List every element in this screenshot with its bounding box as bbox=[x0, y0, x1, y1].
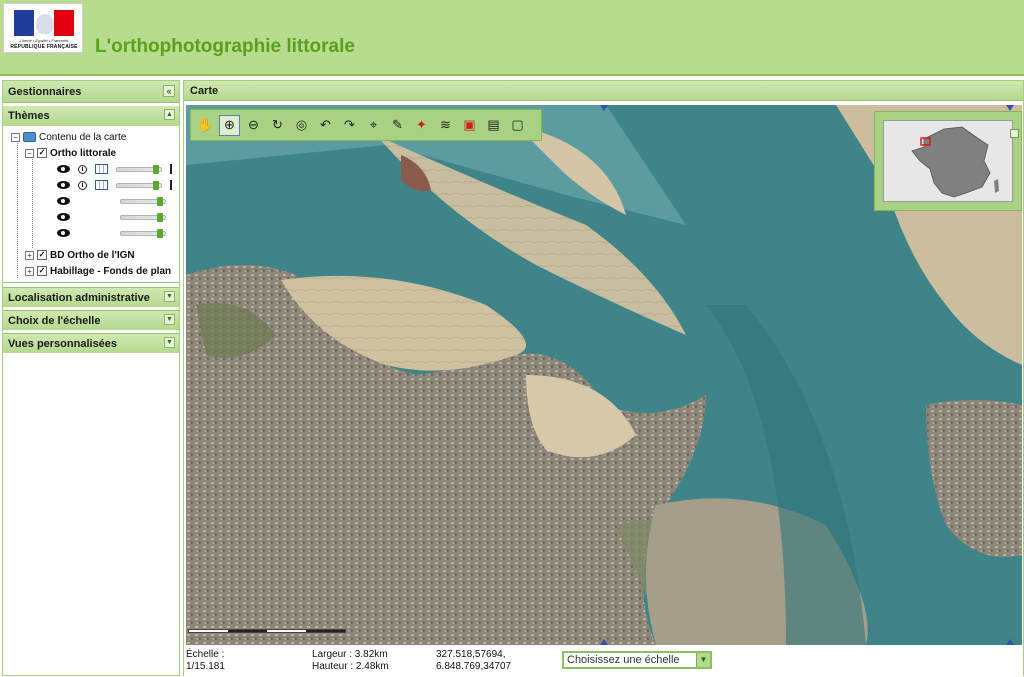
scale-label: Échelle : bbox=[186, 649, 225, 660]
refresh-icon[interactable]: ↻ bbox=[267, 115, 288, 136]
managers-panel-title: Gestionnaires bbox=[8, 86, 82, 98]
section-label: Choix de l'échelle bbox=[8, 315, 101, 327]
slider-tick bbox=[170, 180, 172, 190]
tree-node-bd-ortho[interactable]: + ✓ BD Ortho de l'IGN bbox=[25, 248, 135, 262]
layer-tree: − Contenu de la carte − ✓ Ortho littoral… bbox=[3, 126, 179, 282]
layer-row bbox=[57, 194, 166, 208]
visibility-eye-icon[interactable] bbox=[57, 213, 70, 221]
previous-view-icon[interactable]: ↶ bbox=[315, 115, 336, 136]
slider-tick bbox=[170, 164, 172, 174]
page-title: L'orthophotographie littorale bbox=[95, 36, 355, 57]
section-localisation[interactable]: Localisation administrative ▼ bbox=[3, 287, 179, 307]
tree-root-label: Contenu de la carte bbox=[39, 131, 127, 143]
map-panel-header: Carte bbox=[184, 81, 1023, 101]
managers-panel-header: Gestionnaires « bbox=[3, 81, 179, 103]
chevron-up-icon[interactable]: ▲ bbox=[164, 109, 175, 120]
collapse-node-icon[interactable]: − bbox=[11, 132, 20, 142]
layer-row bbox=[57, 226, 166, 240]
visibility-eye-icon[interactable] bbox=[57, 181, 70, 189]
scale-bar bbox=[188, 629, 346, 633]
section-echelle[interactable]: Choix de l'échelle ▼ bbox=[3, 310, 179, 330]
map-status-bar: Échelle : 1/15.181 Largeur : 3.82km Haut… bbox=[184, 647, 1023, 677]
logo-motto: Liberté • Égalité • Fraternité bbox=[19, 38, 69, 43]
coordinates-icon[interactable]: ⌖ bbox=[363, 115, 384, 136]
collapse-panel-icon[interactable]: « bbox=[163, 85, 175, 97]
map-panel: Carte ✋ ⊕ ⊖ ↻ ◎ ↶ ↷ ⌖ ✎ ✦ ≋ ▣ ▤ ▢ Échell… bbox=[183, 80, 1024, 677]
managers-panel: Gestionnaires « Thèmes ▲ − Contenu de la… bbox=[2, 80, 180, 676]
tree-node-root[interactable]: − Contenu de la carte bbox=[11, 130, 126, 144]
expand-node-icon[interactable]: + bbox=[25, 266, 34, 276]
scale-select[interactable]: Choisissez une échelle ▼ bbox=[562, 651, 712, 669]
legend-grid-icon[interactable] bbox=[95, 164, 108, 174]
layer-checkbox[interactable]: ✓ bbox=[37, 148, 47, 158]
chevron-down-icon[interactable]: ▼ bbox=[164, 337, 175, 348]
themes-section-header[interactable]: Thèmes ▲ bbox=[3, 106, 179, 126]
chevron-down-icon[interactable]: ▼ bbox=[696, 653, 710, 667]
opacity-slider[interactable] bbox=[116, 164, 162, 174]
coordinate-y: 6.848.769,34707 bbox=[436, 661, 512, 672]
tree-habillage-label: Habillage - Fonds de plan bbox=[50, 265, 172, 277]
opacity-slider[interactable] bbox=[120, 228, 166, 238]
visibility-eye-icon[interactable] bbox=[57, 229, 70, 237]
height-readout: Hauteur : 2.48km bbox=[312, 661, 389, 672]
layer-row bbox=[57, 210, 166, 224]
overview-map bbox=[874, 111, 1022, 211]
overview-map-view[interactable] bbox=[883, 120, 1013, 202]
info-icon[interactable]: i bbox=[78, 180, 87, 190]
measure-icon[interactable]: ✎ bbox=[387, 115, 408, 136]
scale-value: 1/15.181 bbox=[186, 661, 225, 672]
next-view-icon[interactable]: ↷ bbox=[339, 115, 360, 136]
legend-grid-icon[interactable] bbox=[95, 180, 108, 190]
chevron-down-icon[interactable]: ▼ bbox=[164, 314, 175, 325]
pan-northeast-arrow-icon[interactable] bbox=[1006, 105, 1014, 111]
overview-toggle-icon[interactable] bbox=[1010, 129, 1019, 138]
zoom-extent-icon[interactable]: ◎ bbox=[291, 115, 312, 136]
zoom-in-icon[interactable]: ⊕ bbox=[219, 114, 240, 136]
themes-section-title: Thèmes bbox=[8, 110, 50, 122]
map-panel-title: Carte bbox=[190, 85, 219, 97]
tricolor-flag-icon bbox=[14, 10, 74, 36]
france-outline bbox=[884, 121, 1012, 201]
collapse-node-icon[interactable]: − bbox=[25, 148, 34, 158]
expand-node-icon[interactable]: + bbox=[25, 250, 34, 260]
layer-row: i bbox=[57, 162, 172, 176]
opacity-slider[interactable] bbox=[120, 196, 166, 206]
pan-south-arrow-icon[interactable] bbox=[600, 639, 608, 645]
visibility-eye-icon[interactable] bbox=[57, 197, 70, 205]
coordinate-x: 327.518,57694, bbox=[436, 649, 506, 660]
layers-icon[interactable]: ≋ bbox=[435, 115, 456, 136]
layer-checkbox[interactable]: ✓ bbox=[37, 266, 47, 276]
opacity-slider[interactable] bbox=[116, 180, 162, 190]
pan-southeast-arrow-icon[interactable] bbox=[1006, 639, 1014, 645]
visibility-eye-icon[interactable] bbox=[57, 165, 70, 173]
width-readout: Largeur : 3.82km bbox=[312, 649, 388, 660]
tree-ortho-label: Ortho littorale bbox=[50, 147, 117, 159]
tree-node-ortho-littorale[interactable]: − ✓ Ortho littorale bbox=[25, 146, 116, 160]
map-toolbar: ✋ ⊕ ⊖ ↻ ◎ ↶ ↷ ⌖ ✎ ✦ ≋ ▣ ▤ ▢ bbox=[190, 109, 542, 141]
opacity-slider[interactable] bbox=[120, 212, 166, 222]
pan-north-arrow-icon[interactable] bbox=[600, 105, 608, 111]
chevron-down-icon[interactable]: ▼ bbox=[164, 291, 175, 302]
map-content-icon bbox=[23, 132, 36, 142]
app-header: Liberté • Égalité • Fraternité RÉPUBLIQU… bbox=[0, 0, 1024, 76]
tree-node-habillage[interactable]: + ✓ Habillage - Fonds de plan bbox=[25, 264, 171, 278]
layer-row: i bbox=[57, 178, 172, 192]
scale-select-value: Choisissez une échelle bbox=[567, 654, 680, 666]
info-icon[interactable]: ✦ bbox=[411, 115, 432, 136]
zoom-out-icon[interactable]: ⊖ bbox=[243, 115, 264, 136]
section-label: Vues personnalisées bbox=[8, 338, 118, 350]
pan-hand-icon[interactable]: ✋ bbox=[195, 115, 216, 136]
save-icon[interactable]: ▤ bbox=[483, 115, 504, 136]
fullscreen-icon[interactable]: ▢ bbox=[507, 115, 528, 136]
themes-section: Thèmes ▲ − Contenu de la carte − ✓ Ortho… bbox=[3, 106, 179, 283]
logo-republic: RÉPUBLIQUE FRANÇAISE bbox=[10, 44, 78, 50]
pdf-icon[interactable]: ▣ bbox=[459, 115, 480, 136]
layer-checkbox[interactable]: ✓ bbox=[37, 250, 47, 260]
section-label: Localisation administrative bbox=[8, 292, 150, 304]
section-vues[interactable]: Vues personnalisées ▼ bbox=[3, 333, 179, 353]
info-icon[interactable]: i bbox=[78, 164, 87, 174]
republique-francaise-logo: Liberté • Égalité • Fraternité RÉPUBLIQU… bbox=[3, 3, 83, 53]
tree-bd-ortho-label: BD Ortho de l'IGN bbox=[50, 249, 135, 261]
map-canvas[interactable]: ✋ ⊕ ⊖ ↻ ◎ ↶ ↷ ⌖ ✎ ✦ ≋ ▣ ▤ ▢ bbox=[186, 105, 1022, 645]
